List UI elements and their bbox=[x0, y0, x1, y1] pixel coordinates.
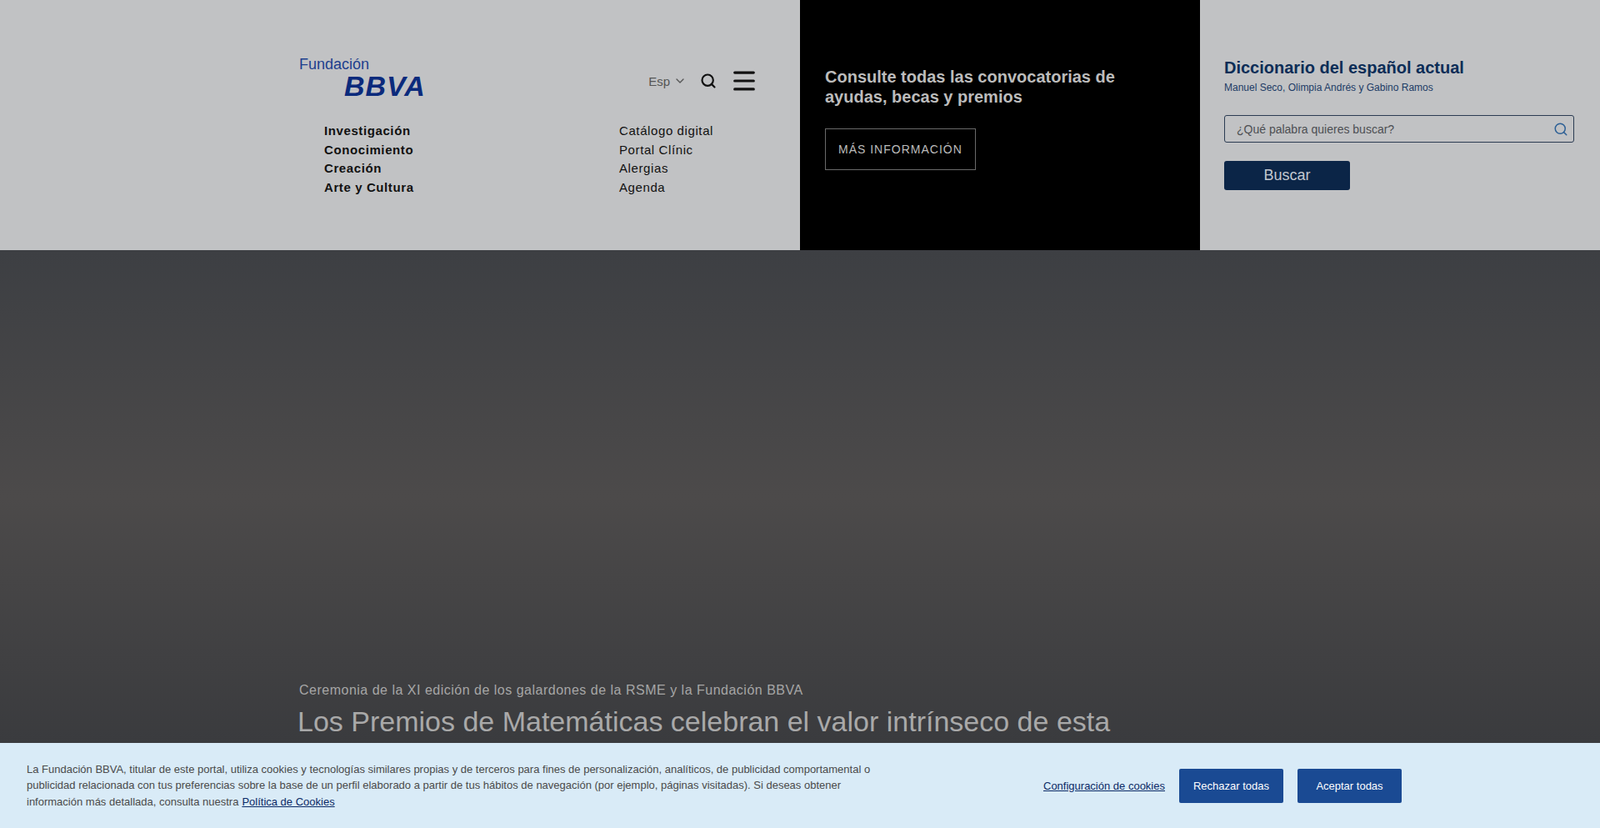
dictionary-input[interactable] bbox=[1235, 121, 1554, 137]
cookie-button[interactable]: Aceptar todas bbox=[1297, 768, 1402, 803]
cookie-text: La Fundación BBVA, titular de este porta… bbox=[26, 760, 894, 810]
dictionary-search bbox=[1224, 115, 1575, 143]
more-info-button[interactable]: MÁS INFORMACIÓN bbox=[825, 128, 976, 170]
main-header: FundaciónBBVA Esp Investigación Conocimient… bbox=[0, 0, 800, 250]
nav-item[interactable]: Agenda bbox=[619, 180, 786, 196]
top-row: FundaciónBBVA Esp bbox=[299, 56, 759, 100]
cookie-settings-link[interactable]: Configuración de cookies bbox=[1043, 779, 1165, 792]
hero-caption: Ceremonia de la XI edición de los galard… bbox=[299, 682, 1600, 698]
logo-main: BBVA bbox=[344, 71, 426, 100]
chevron-down-icon bbox=[673, 74, 687, 88]
menu-button[interactable] bbox=[730, 66, 759, 95]
nav-item[interactable]: Creación bbox=[324, 160, 620, 177]
header-controls: Esp bbox=[648, 56, 759, 95]
search-icon bbox=[700, 72, 717, 90]
promo-title: Consulte todas las convocatorias de ayud… bbox=[825, 66, 1142, 107]
dictionary-search-button[interactable]: Buscar bbox=[1224, 160, 1350, 190]
language-selector[interactable]: Esp bbox=[648, 74, 687, 89]
cookie-actions: Configuración de cookies Rechazar todas Ac… bbox=[1043, 768, 1402, 803]
cookie-button[interactable]: Rechazar todas bbox=[1179, 768, 1284, 803]
logo-top: Fundación bbox=[299, 56, 370, 72]
nav-item[interactable]: Arte y Cultura bbox=[324, 180, 620, 196]
dictionary-authors: Manuel Seco, Olimpia Andrés y Gabino Ram… bbox=[1224, 81, 1434, 94]
search-icon[interactable] bbox=[1553, 121, 1569, 137]
dictionary-title: Diccionario del español actual bbox=[1224, 58, 1465, 77]
nav-primary: Investigación ConocimientoCreación Arte y … bbox=[324, 123, 620, 195]
cookie-policy-link[interactable]: Política de Cookies bbox=[241, 795, 335, 808]
dictionary-panel: Diccionario del español actual Manuel Sec… bbox=[1200, 0, 1600, 250]
page: FundaciónBBVA Esp Investigación Conocimient… bbox=[0, 0, 1600, 828]
nav-item[interactable]: Portal Clínic bbox=[619, 142, 786, 159]
nav-item[interactable]: Catálogo digital bbox=[619, 123, 786, 140]
hero-title[interactable]: Los Premios de Matemáticas celebran el v… bbox=[297, 704, 1600, 738]
cookie-banner: La Fundación BBVA, titular de este porta… bbox=[0, 742, 1600, 828]
nav-item[interactable]: Alergias bbox=[619, 160, 786, 177]
menu-icon bbox=[730, 66, 759, 95]
header: FundaciónBBVA Esp Investigación Conocimient… bbox=[0, 0, 1600, 250]
nav-item[interactable]: Investigación bbox=[324, 123, 620, 140]
nav-item[interactable]: Conocimiento bbox=[324, 142, 620, 159]
promo-panel: Consulte todas las convocatorias de ayud… bbox=[800, 0, 1200, 250]
logo[interactable]: FundaciónBBVA bbox=[299, 56, 426, 100]
nav-secondary: Catálogo digital Portal ClínicAlergias Age… bbox=[619, 123, 786, 195]
main-nav: Investigación ConocimientoCreación Arte y … bbox=[324, 123, 800, 195]
search-button[interactable] bbox=[700, 72, 717, 90]
hero[interactable]: Ceremonia de la XI edición de los galard… bbox=[0, 250, 1600, 743]
